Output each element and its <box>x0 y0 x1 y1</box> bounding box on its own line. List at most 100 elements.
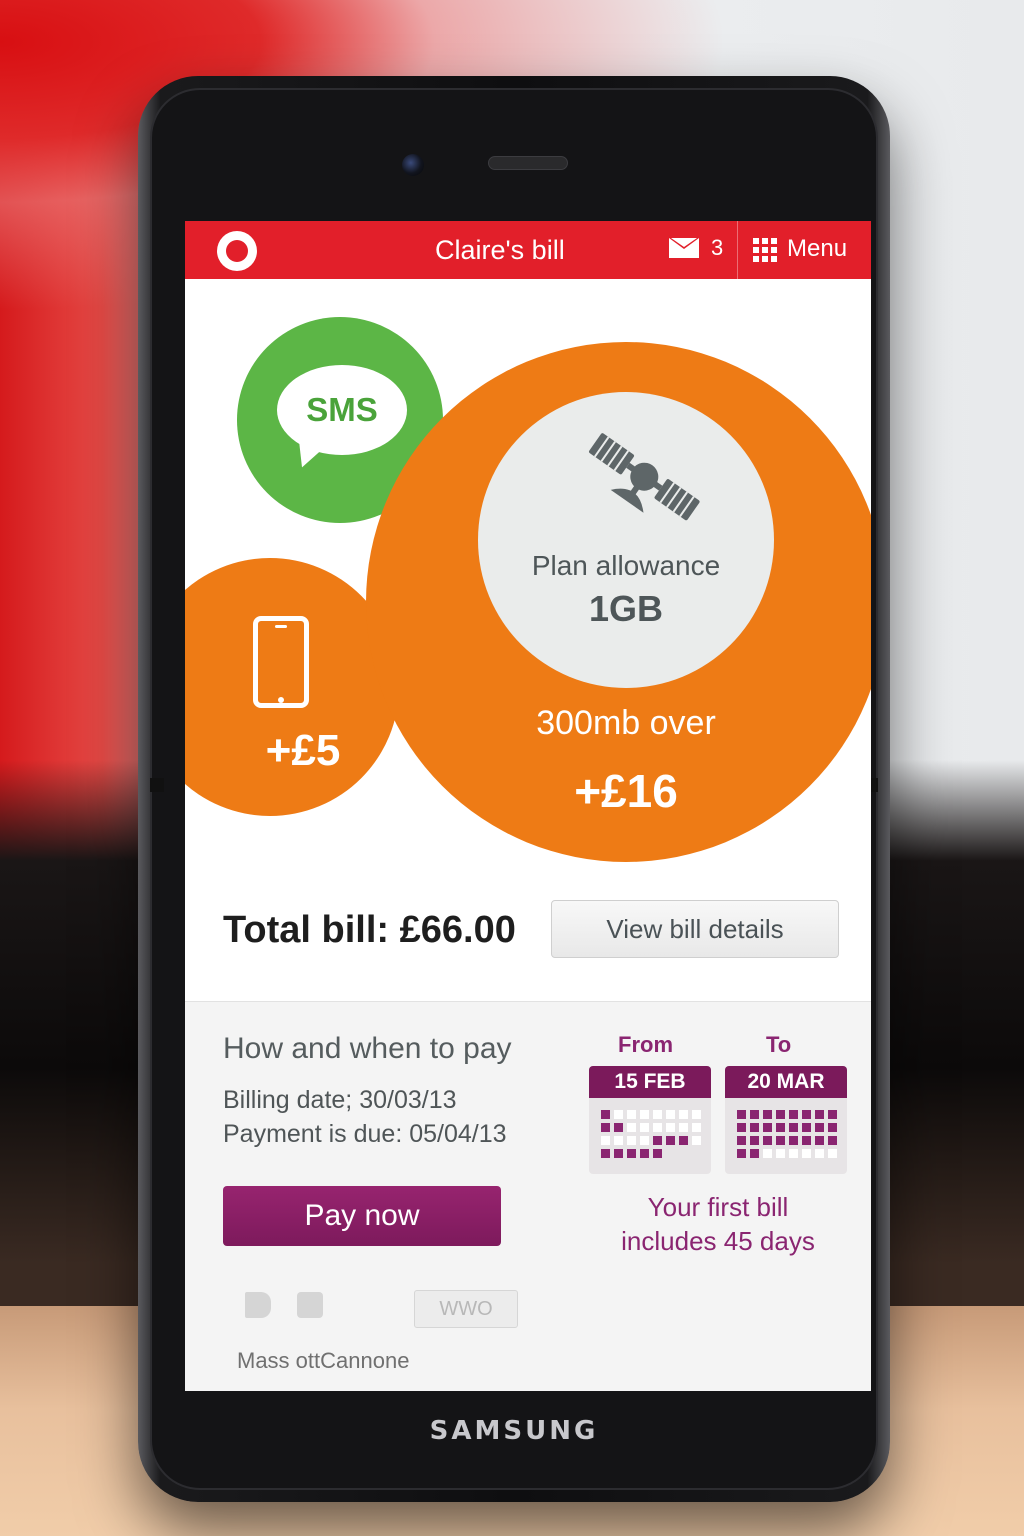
first-bill-note: Your first bill includes 45 days <box>589 1190 847 1258</box>
calendar-day <box>627 1123 636 1132</box>
sms-speech-tail <box>292 436 330 472</box>
speaker-icon[interactable] <box>245 1292 271 1318</box>
calendar-day <box>776 1110 785 1119</box>
menu-label: Menu <box>787 235 848 262</box>
calendar-day <box>679 1136 688 1145</box>
calendar-day <box>679 1123 688 1132</box>
calendar-day <box>763 1110 772 1119</box>
calendar-day <box>802 1123 811 1132</box>
first-bill-note-line2: includes 45 days <box>621 1226 815 1256</box>
calendar-day <box>601 1110 610 1119</box>
calendar-day <box>601 1123 610 1132</box>
calendar-day <box>776 1136 785 1145</box>
page-title: Claire's bill <box>435 235 565 265</box>
calendar-day <box>763 1136 772 1145</box>
calendar-day <box>763 1123 772 1132</box>
calendar-day <box>666 1149 675 1158</box>
calendar-day <box>802 1149 811 1158</box>
calendar-day <box>627 1136 636 1145</box>
data-overage-charge: +£16 <box>574 765 678 817</box>
period-from-label: From <box>618 1032 673 1057</box>
calendar-day <box>679 1110 688 1119</box>
pay-now-button[interactable]: Pay now <box>223 1186 501 1246</box>
calendar-day <box>614 1110 623 1119</box>
calendar-day <box>666 1123 675 1132</box>
payment-title: How and when to pay <box>223 1032 512 1065</box>
calendar-day <box>653 1136 662 1145</box>
camera-icon[interactable] <box>297 1292 323 1318</box>
calendar-day <box>789 1110 798 1119</box>
calendar-day <box>627 1110 636 1119</box>
calendar-icon: 15 FEB <box>589 1066 711 1174</box>
calendar-day <box>640 1123 649 1132</box>
earpiece-speaker <box>488 156 568 170</box>
period-start-date: 15 FEB <box>589 1066 711 1098</box>
plan-allowance-circle: Plan allowance 1GB <box>478 392 774 688</box>
calendar-day <box>692 1149 701 1158</box>
calendar-day <box>692 1123 701 1132</box>
calendar-day <box>679 1149 688 1158</box>
calendar-day <box>614 1149 623 1158</box>
period-end-date: 20 MAR <box>725 1066 847 1098</box>
calendar-day <box>828 1136 837 1145</box>
calendar-grid-start <box>601 1110 701 1158</box>
logo-icon[interactable] <box>217 231 257 271</box>
payment-due-date: Payment is due: 05/04/13 <box>223 1120 507 1148</box>
calendar-day <box>802 1136 811 1145</box>
phone-bezel: Claire's bill 3 Menu SMS +£5 Plan allowa… <box>150 88 878 1490</box>
calendar-day <box>776 1123 785 1132</box>
data-usage-bubble[interactable]: Plan allowance 1GB 300mb over +£16 <box>366 342 871 862</box>
plan-allowance-value: 1GB <box>588 588 664 629</box>
total-bill: Total bill: £66.00 <box>223 909 516 951</box>
top-bar: Claire's bill 3 Menu <box>185 221 871 279</box>
messages-button[interactable]: 3 <box>669 235 723 261</box>
calendar-day <box>750 1110 759 1119</box>
calendar-day <box>653 1149 662 1158</box>
calendar-day <box>763 1149 772 1158</box>
grid-menu-icon <box>753 238 777 262</box>
satellite-icon <box>589 433 700 521</box>
footer-badge[interactable]: WWO <box>414 1290 518 1328</box>
calendar-day <box>614 1123 623 1132</box>
calendar-day <box>750 1123 759 1132</box>
view-bill-details-button[interactable]: View bill details <box>551 900 839 958</box>
hinge-left <box>150 778 164 792</box>
messages-count: 3 <box>711 235 724 260</box>
mobile-phone-icon <box>253 616 309 708</box>
app-screen: Claire's bill 3 Menu SMS +£5 Plan allowa… <box>185 221 871 1391</box>
calendar-day <box>601 1136 610 1145</box>
sms-label: SMS <box>306 391 378 428</box>
envelope-icon <box>669 238 699 258</box>
calendar-day <box>815 1149 824 1158</box>
calendar-day <box>750 1136 759 1145</box>
footer-caption: Mass ottCannone <box>237 1348 410 1373</box>
calendar-day <box>815 1123 824 1132</box>
calendar-day <box>789 1136 798 1145</box>
calendar-day <box>737 1123 746 1132</box>
calendar-day <box>815 1136 824 1145</box>
first-bill-note-line1: Your first bill <box>647 1192 789 1222</box>
plan-allowance-label: Plan allowance <box>531 550 721 581</box>
calendar-day <box>789 1123 798 1132</box>
calendar-day <box>614 1136 623 1145</box>
calendar-day <box>828 1110 837 1119</box>
calendar-day <box>737 1149 746 1158</box>
topbar-divider <box>737 221 738 279</box>
calendar-day <box>653 1123 662 1132</box>
calendar-day <box>666 1110 675 1119</box>
calendar-day <box>802 1110 811 1119</box>
menu-button[interactable]: Menu <box>753 235 847 263</box>
calendar-day <box>815 1110 824 1119</box>
period-to-label: To <box>766 1032 792 1057</box>
calendar-day <box>640 1136 649 1145</box>
calendar-day <box>601 1149 610 1158</box>
calendar-day <box>828 1149 837 1158</box>
calendar-day <box>627 1149 636 1158</box>
calendar-day <box>750 1149 759 1158</box>
calendar-grid-end <box>737 1110 837 1158</box>
device-brand-logo: SAMSUNG <box>429 1416 599 1446</box>
calendar-day <box>828 1123 837 1132</box>
calendar-day <box>666 1136 675 1145</box>
calendar-day <box>692 1110 701 1119</box>
payment-panel: How and when to pay Billing date; 30/03/… <box>185 1001 871 1391</box>
